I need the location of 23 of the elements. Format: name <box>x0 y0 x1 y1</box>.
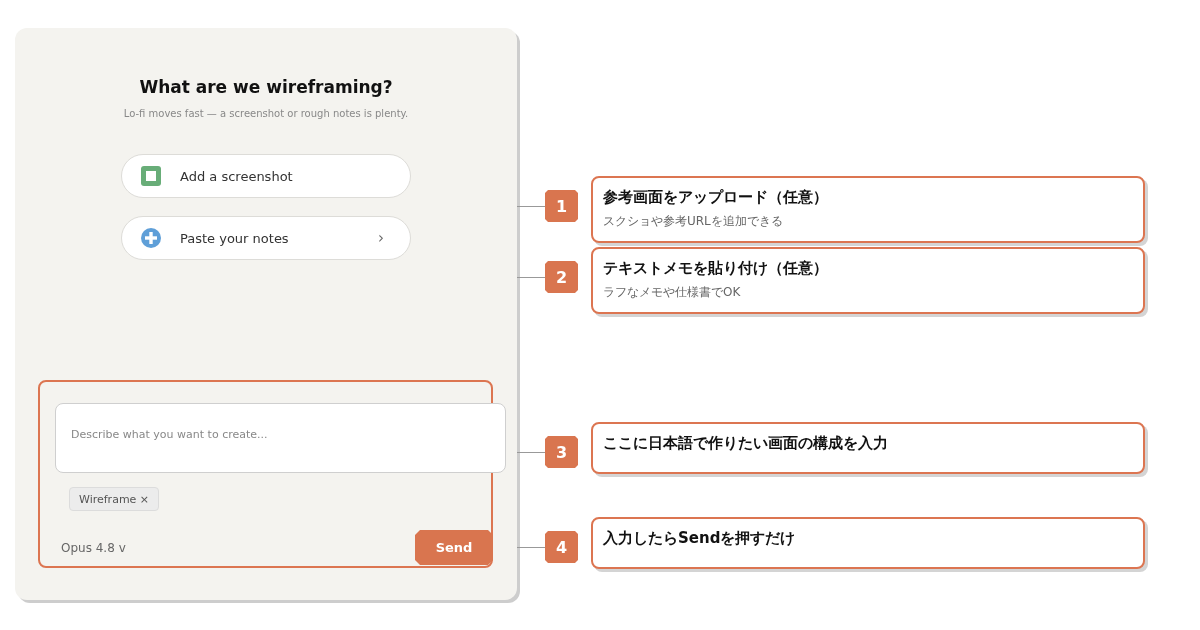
callout-title: 入力したらSendを押すだけ <box>603 528 797 549</box>
leader-line <box>517 205 545 207</box>
leader-line <box>517 276 545 278</box>
option-button[interactable]: Paste your notes › <box>121 216 411 260</box>
prompt-field[interactable]: Describe what you want to create... <box>55 403 506 473</box>
step-number-badge: 1 <box>545 190 578 222</box>
model-selector[interactable]: Opus 4.8 v <box>61 540 126 555</box>
panel-subtitle: Lo-fi moves fast — a screenshot or rough notes is plenty. <box>123 107 409 121</box>
panel-title: What are we wireframing? <box>139 76 393 98</box>
step-number-badge: 2 <box>545 261 578 293</box>
leader-line <box>517 546 545 548</box>
callout-title: ここに日本語で作りたい画面の構成を入力 <box>603 433 889 454</box>
step-number-badge: 4 <box>545 531 578 563</box>
callout-note: ラフなメモや仕様書でOK <box>603 284 742 300</box>
callout-title: テキストメモを貼り付け（任意） <box>603 258 829 279</box>
step-number-badge: 3 <box>545 436 578 468</box>
plus-circle-icon <box>141 228 161 248</box>
callout-note: スクショや参考URLを追加できる <box>603 213 784 229</box>
tag-chip[interactable]: Wireframe × <box>69 487 160 511</box>
leader-line <box>517 451 545 453</box>
square-icon <box>141 166 161 186</box>
option-button[interactable]: Add a screenshot <box>121 154 411 198</box>
callout-title: 参考画面をアップロード（任意） <box>603 187 829 208</box>
